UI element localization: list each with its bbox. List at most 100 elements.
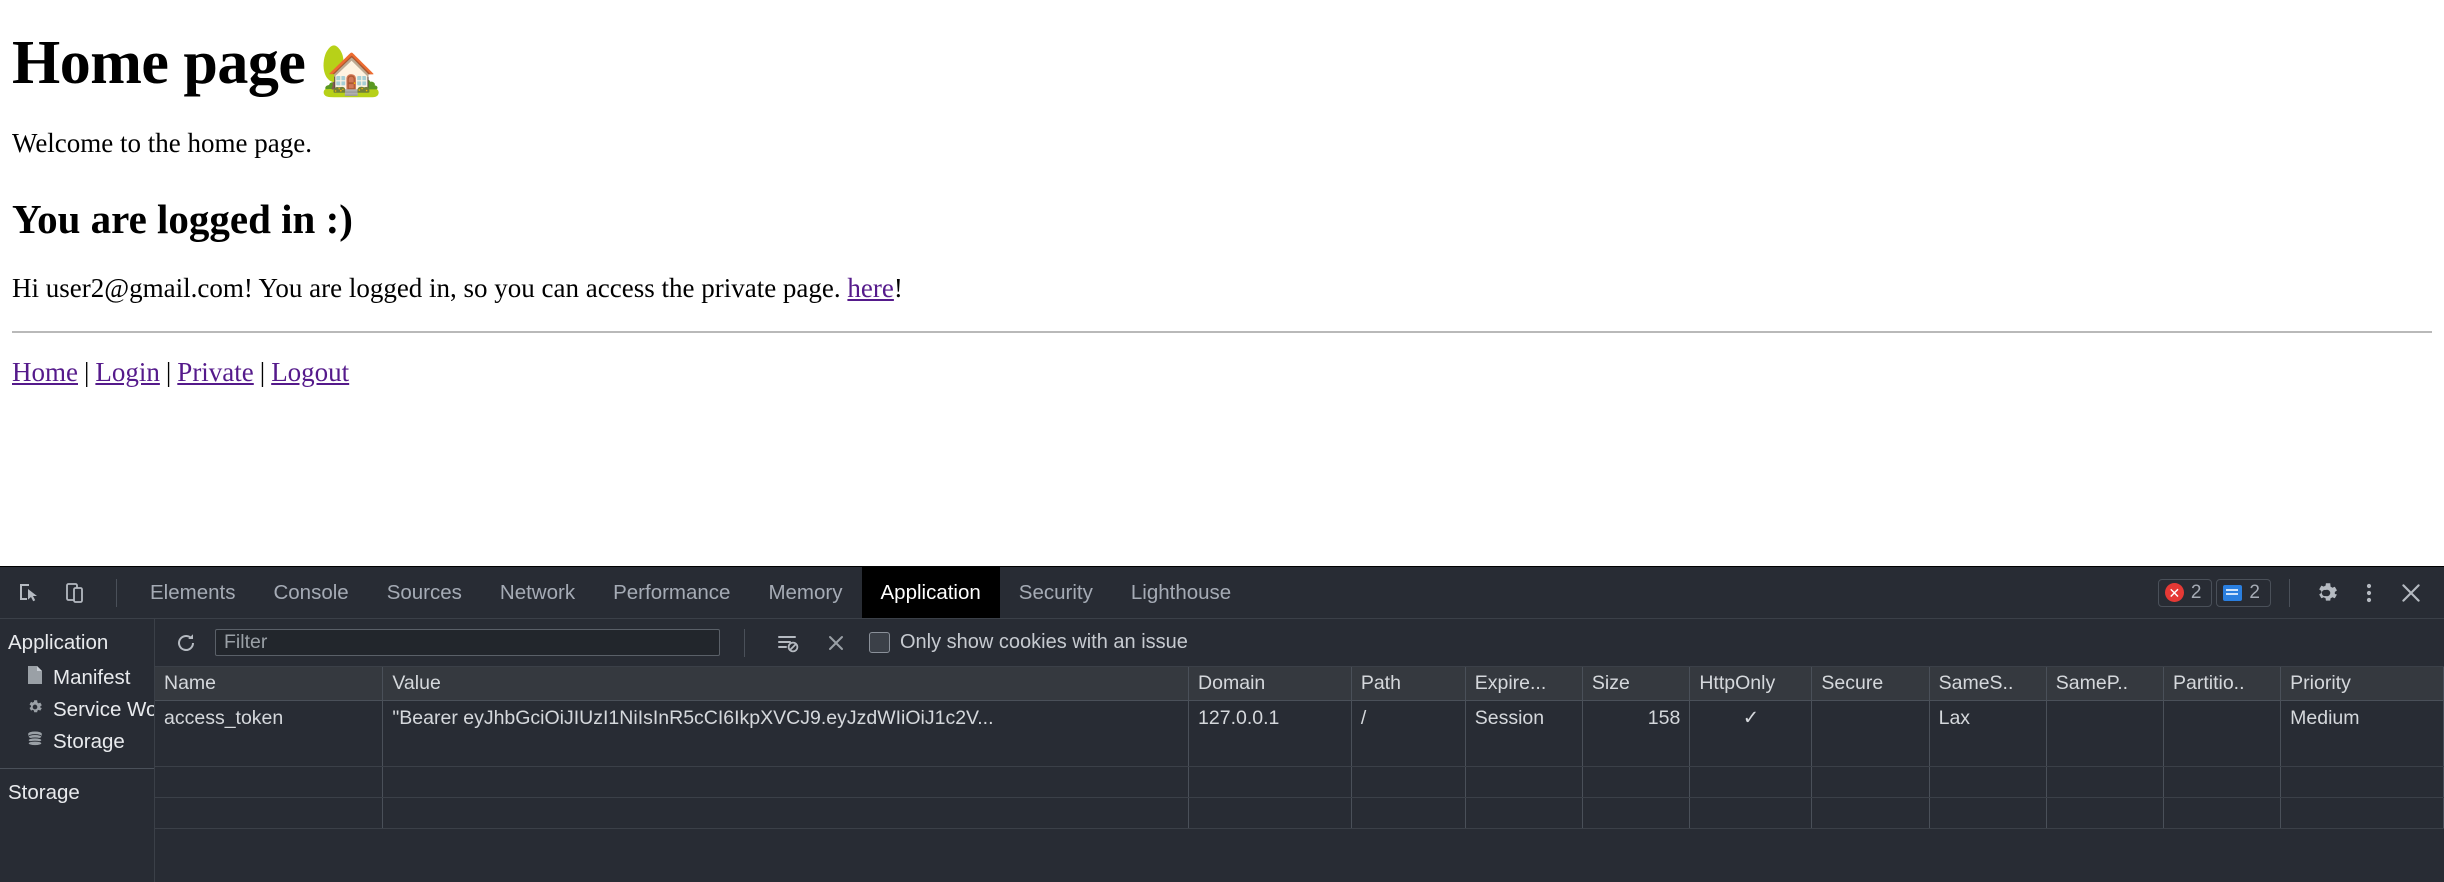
devtools-tabs: Elements Console Sources Network Perform… bbox=[131, 567, 1250, 618]
column-header-httponly[interactable]: HttpOnly bbox=[1689, 667, 1813, 701]
column-header-path[interactable]: Path bbox=[1351, 667, 1466, 701]
devtools-tool-icons bbox=[0, 574, 131, 612]
message-count: 2 bbox=[2249, 581, 2260, 603]
sidebar-item-manifest[interactable]: Manifest bbox=[0, 662, 154, 694]
cookies-table-wrapper[interactable]: Name Value Domain Path Expire... Size Ht… bbox=[155, 667, 2444, 882]
nav-link-private[interactable]: Private bbox=[177, 357, 253, 387]
table-row[interactable]: access_token "Bearer eyJhbGciOiJIUzI1NiI… bbox=[155, 700, 2444, 735]
nav-separator: | bbox=[259, 357, 266, 388]
close-icon[interactable] bbox=[2392, 574, 2430, 612]
message-icon bbox=[2223, 584, 2243, 601]
clear-filtered-cookies-icon[interactable] bbox=[769, 624, 807, 662]
nav-link-login[interactable]: Login bbox=[95, 357, 160, 387]
page-title: Home page 🏡 bbox=[12, 29, 2432, 98]
cell-value[interactable]: "Bearer eyJhbGciOiJIUzI1NiIsInR5cCI6IkpX… bbox=[382, 700, 1190, 735]
error-icon: ✕ bbox=[2164, 583, 2184, 602]
cell-secure[interactable] bbox=[1811, 700, 1930, 735]
nav-link-logout[interactable]: Logout bbox=[271, 357, 349, 387]
devtools-panel: Elements Console Sources Network Perform… bbox=[0, 566, 2444, 882]
column-header-expires[interactable]: Expire... bbox=[1465, 667, 1583, 701]
sidebar-item-label: Service Worker bbox=[53, 698, 154, 721]
web-page-content: Home page 🏡 Welcome to the home page. Yo… bbox=[0, 0, 2444, 566]
database-icon bbox=[26, 730, 44, 754]
site-nav: Home | Login | Private | Logout bbox=[12, 357, 2432, 388]
gear-icon[interactable] bbox=[2308, 574, 2346, 612]
cell-path[interactable]: / bbox=[1351, 700, 1466, 735]
sidebar-item-service-worker[interactable]: Service Worker bbox=[0, 694, 154, 726]
tab-security[interactable]: Security bbox=[1000, 567, 1112, 618]
column-header-value[interactable]: Value bbox=[382, 667, 1190, 701]
toolbar-divider bbox=[116, 578, 117, 607]
house-with-garden-emoji-icon: 🏡 bbox=[320, 42, 383, 98]
login-status-paragraph: Hi user2@gmail.com! You are logged in, s… bbox=[12, 273, 2432, 305]
column-header-priority[interactable]: Priority bbox=[2280, 667, 2444, 701]
tab-application[interactable]: Application bbox=[861, 567, 1000, 618]
device-toolbar-icon[interactable] bbox=[56, 574, 94, 612]
column-header-domain[interactable]: Domain bbox=[1188, 667, 1352, 701]
cookies-panel: Only show cookies with an issue Name Val… bbox=[155, 619, 2444, 882]
private-page-link[interactable]: here bbox=[847, 273, 893, 303]
devtools-status-actions: ✕ 2 2 bbox=[2157, 567, 2444, 618]
login-status-prefix: Hi user2@gmail.com! You are logged in, s… bbox=[12, 273, 848, 304]
application-sidebar: Application Manifest Service W Storage S… bbox=[0, 619, 155, 882]
table-empty-row bbox=[155, 766, 2444, 798]
filter-input[interactable] bbox=[215, 629, 720, 656]
kebab-menu-icon[interactable] bbox=[2350, 574, 2388, 612]
sidebar-item-label: Manifest bbox=[53, 666, 131, 689]
sidebar-item-storage[interactable]: Storage bbox=[0, 726, 154, 758]
only-issues-label: Only show cookies with an issue bbox=[900, 631, 1188, 653]
error-count: 2 bbox=[2190, 581, 2202, 603]
devtools-body: Application Manifest Service W Storage S… bbox=[0, 619, 2444, 882]
nav-separator: | bbox=[165, 357, 172, 388]
tab-elements[interactable]: Elements bbox=[131, 567, 254, 618]
cell-domain[interactable]: 127.0.0.1 bbox=[1188, 700, 1352, 735]
page-title-text: Home page bbox=[12, 29, 306, 97]
cell-samesite[interactable]: Lax bbox=[1929, 700, 2047, 735]
cookies-table: Name Value Domain Path Expire... Size Ht… bbox=[155, 667, 2444, 829]
cell-httponly[interactable]: ✓ bbox=[1689, 700, 1813, 735]
sidebar-item-label: Storage bbox=[53, 730, 125, 753]
tab-performance[interactable]: Performance bbox=[594, 567, 749, 618]
message-count-badge[interactable]: 2 bbox=[2216, 578, 2271, 607]
tab-sources[interactable]: Sources bbox=[368, 567, 481, 618]
tab-console[interactable]: Console bbox=[254, 567, 367, 618]
cell-sameparty[interactable] bbox=[2046, 700, 2164, 735]
nav-separator: | bbox=[83, 357, 90, 388]
toolbar-divider bbox=[744, 628, 745, 657]
table-header-row: Name Value Domain Path Expire... Size Ht… bbox=[155, 667, 2444, 701]
column-header-size[interactable]: Size bbox=[1582, 667, 1691, 701]
column-header-samesite[interactable]: SameS.. bbox=[1929, 667, 2047, 701]
cell-priority[interactable]: Medium bbox=[2280, 700, 2444, 735]
tab-network[interactable]: Network bbox=[481, 567, 594, 618]
refresh-icon[interactable] bbox=[167, 624, 205, 662]
error-count-badge[interactable]: ✕ 2 bbox=[2157, 578, 2213, 607]
sidebar-header-storage: Storage bbox=[8, 781, 80, 804]
cookies-toolbar: Only show cookies with an issue bbox=[155, 619, 2444, 667]
column-header-partitionkey[interactable]: Partitio.. bbox=[2163, 667, 2282, 701]
cell-expires[interactable]: Session bbox=[1465, 700, 1583, 735]
document-icon bbox=[26, 665, 44, 691]
login-status-suffix: ! bbox=[893, 273, 903, 304]
gear-icon bbox=[26, 698, 44, 722]
column-header-sameparty[interactable]: SameP.. bbox=[2046, 667, 2164, 701]
column-header-secure[interactable]: Secure bbox=[1811, 667, 1930, 701]
devtools-tabbar: Elements Console Sources Network Perform… bbox=[0, 567, 2444, 619]
cell-partitionkey[interactable] bbox=[2163, 700, 2282, 735]
tab-memory[interactable]: Memory bbox=[749, 567, 861, 618]
delete-cookie-icon[interactable] bbox=[817, 624, 855, 662]
tab-lighthouse[interactable]: Lighthouse bbox=[1112, 567, 1250, 618]
cell-size[interactable]: 158 bbox=[1582, 700, 1691, 735]
table-empty-row bbox=[155, 735, 2444, 767]
nav-link-home[interactable]: Home bbox=[12, 357, 78, 387]
welcome-paragraph: Welcome to the home page. bbox=[12, 127, 312, 158]
content-divider bbox=[12, 331, 2432, 334]
table-empty-row bbox=[155, 797, 2444, 829]
sidebar-header-application: Application bbox=[8, 631, 109, 654]
logged-in-heading: You are logged in :) bbox=[12, 196, 353, 243]
status-divider bbox=[2289, 578, 2290, 607]
cell-name[interactable]: access_token bbox=[155, 700, 384, 735]
only-issues-checkbox-row[interactable]: Only show cookies with an issue bbox=[869, 631, 1188, 654]
only-issues-checkbox[interactable] bbox=[869, 632, 890, 653]
column-header-name[interactable]: Name bbox=[155, 667, 384, 701]
inspect-element-icon[interactable] bbox=[10, 574, 48, 612]
